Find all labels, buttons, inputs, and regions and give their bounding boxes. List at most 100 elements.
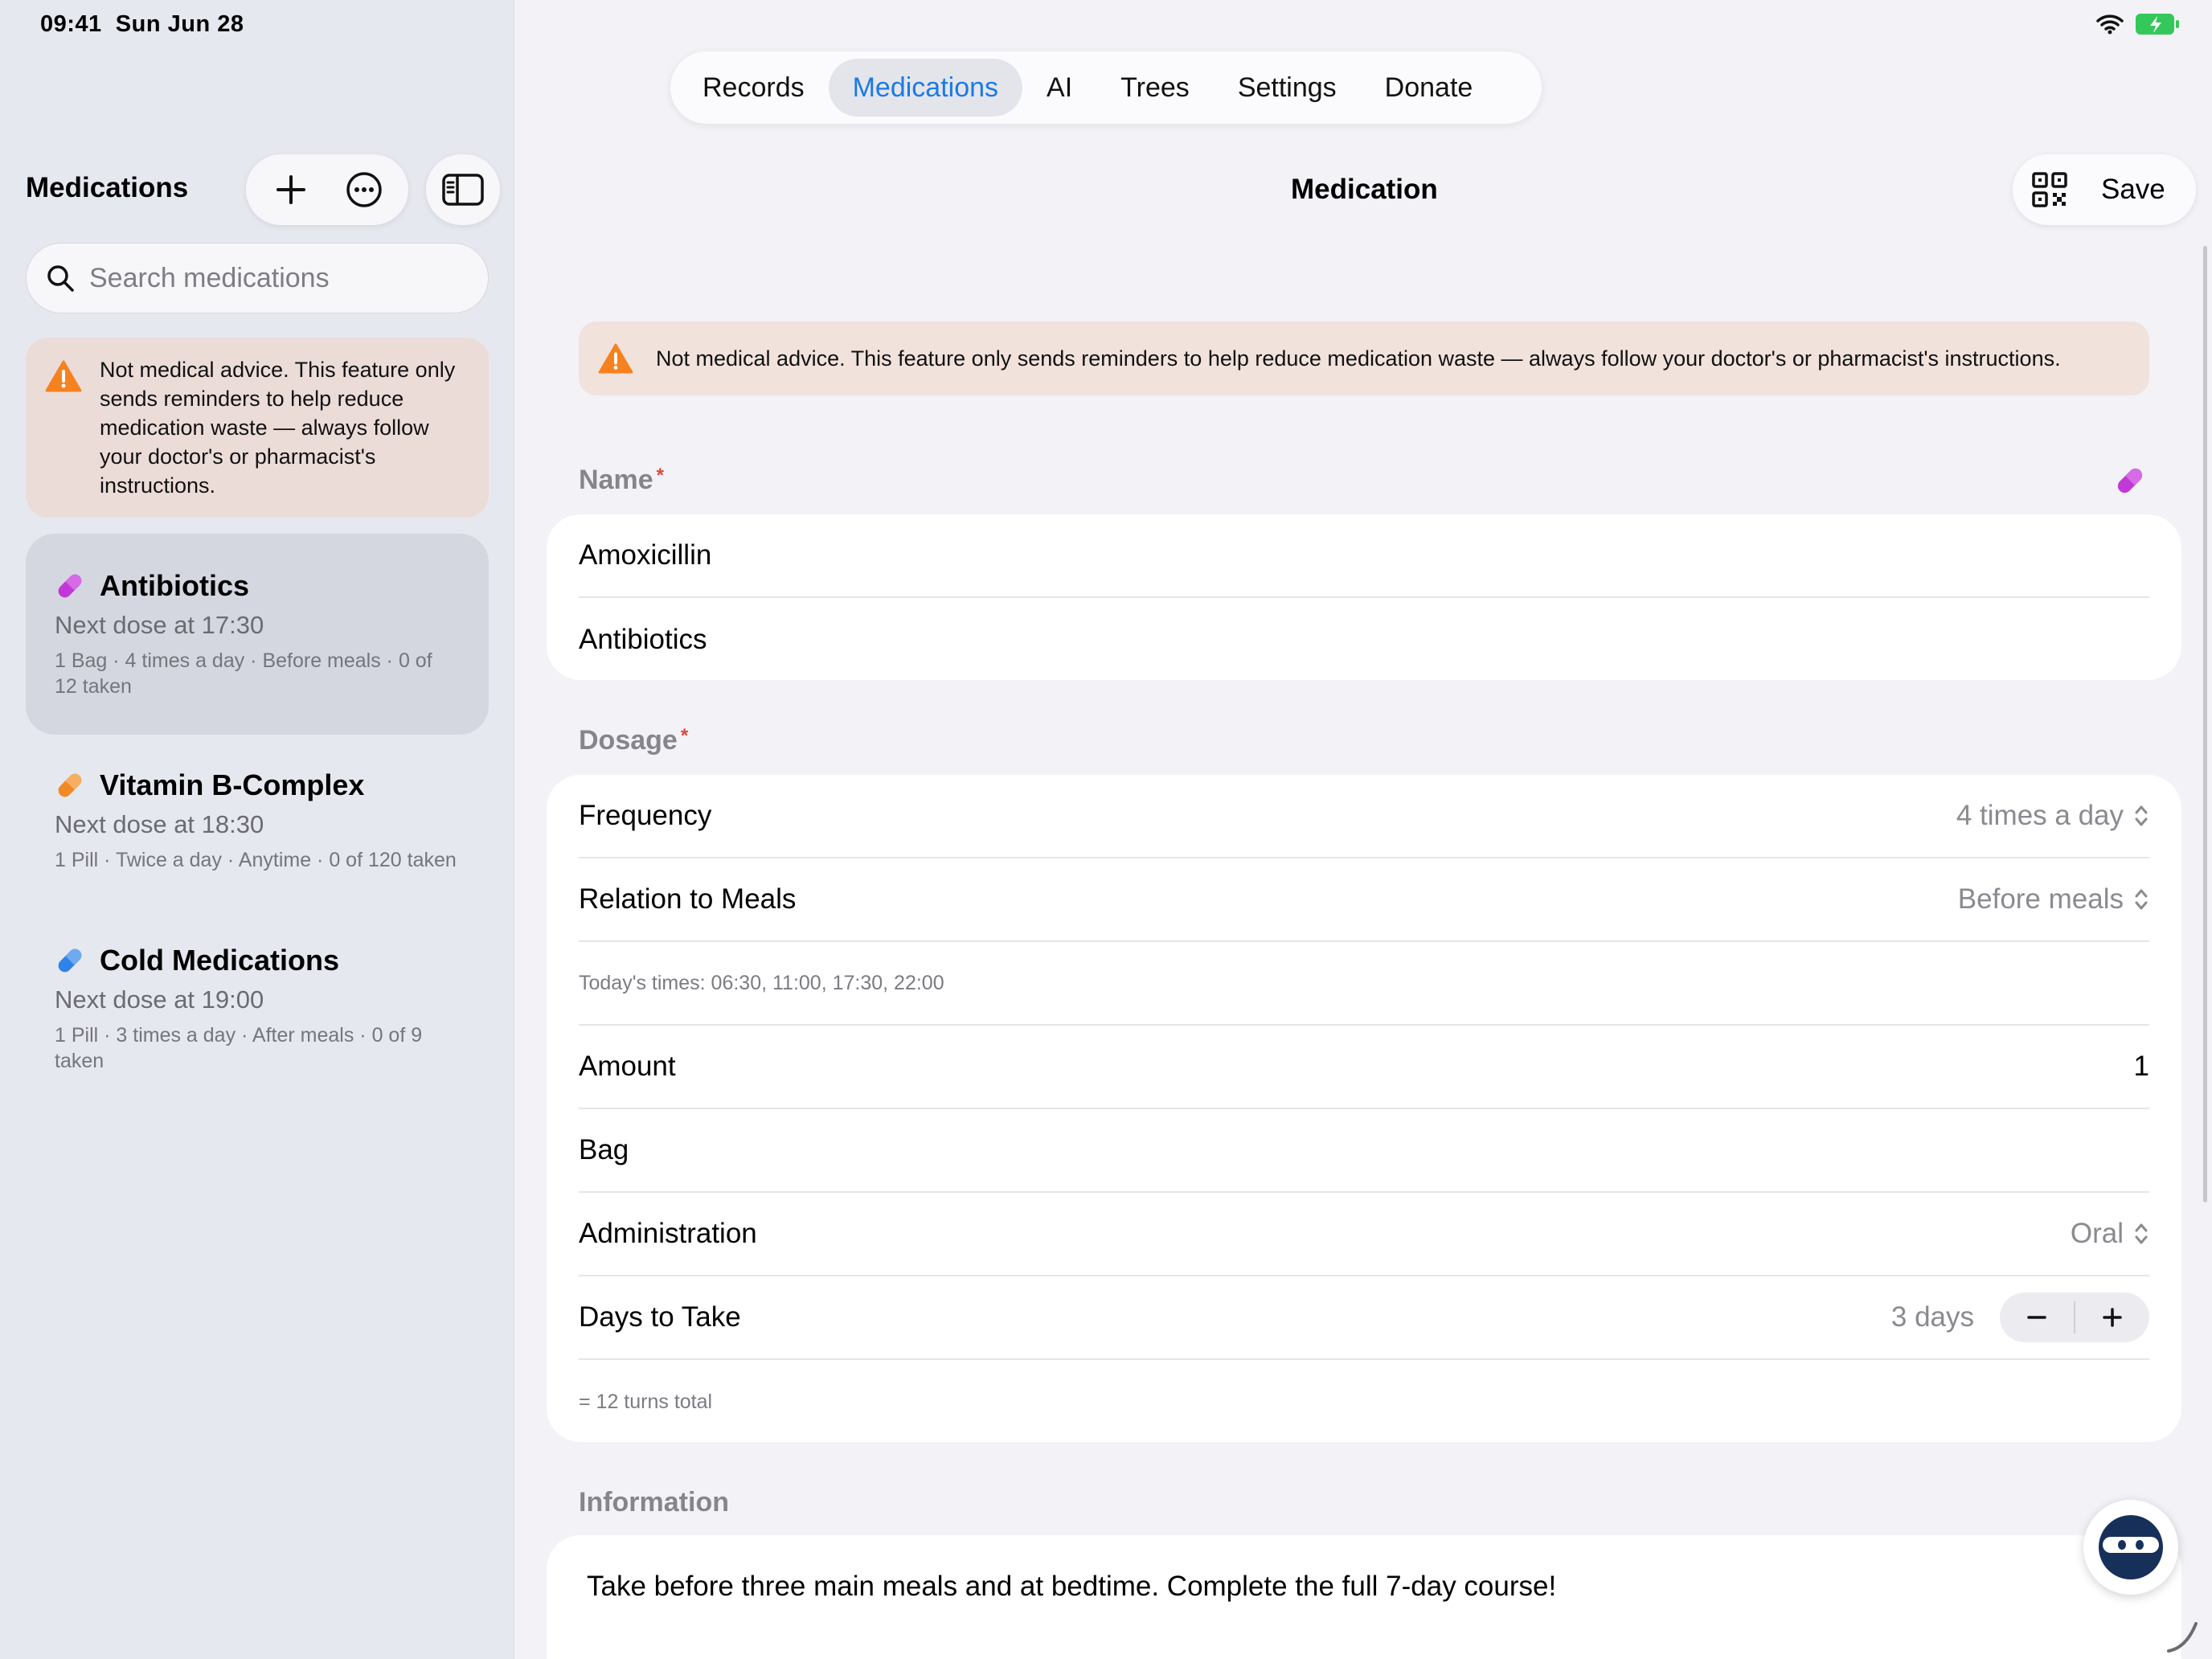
times-note-row: Today's times: 06:30, 11:00, 17:30, 22:0… bbox=[579, 942, 2149, 1026]
times-note: Today's times: 06:30, 11:00, 17:30, 22:0… bbox=[579, 971, 944, 994]
disclaimer-text: Not medical advice. This feature only se… bbox=[656, 346, 2061, 371]
status-time: 09:41 bbox=[40, 11, 102, 37]
qr-code-icon[interactable] bbox=[2032, 172, 2067, 207]
list-item-vitamin-b-complex[interactable]: Vitamin B-Complex Next dose at 18:30 1 P… bbox=[26, 768, 489, 873]
tab-donate[interactable]: Donate bbox=[1361, 59, 1497, 117]
top-tab-bar: Records Medications AI Trees Settings Do… bbox=[670, 51, 1542, 124]
days-label: Days to Take bbox=[579, 1301, 741, 1333]
resize-handle-icon[interactable] bbox=[2162, 1616, 2202, 1656]
amount-label: Amount bbox=[579, 1051, 676, 1082]
plus-icon bbox=[276, 175, 305, 204]
more-button[interactable] bbox=[336, 162, 392, 218]
amount-value[interactable]: 1 bbox=[2134, 1051, 2149, 1083]
wifi-icon bbox=[2096, 14, 2124, 35]
name-label-text: Name bbox=[579, 465, 653, 495]
search-icon bbox=[47, 265, 74, 292]
information-group: Take before three main meals and at bedt… bbox=[547, 1535, 2181, 1659]
increment-button[interactable] bbox=[2075, 1292, 2149, 1342]
pill-icon bbox=[58, 948, 82, 973]
tab-records[interactable]: Records bbox=[678, 59, 829, 117]
name-group: Amoxicillin Antibiotics bbox=[547, 514, 2181, 680]
sidebar-actions bbox=[246, 154, 408, 225]
tab-medications[interactable]: Medications bbox=[828, 59, 1023, 117]
category-value: Antibiotics bbox=[579, 624, 707, 655]
battery-charging-icon bbox=[2136, 14, 2179, 35]
dosage-section-label: Dosage * bbox=[579, 725, 688, 756]
header-actions: Save bbox=[2013, 154, 2196, 225]
information-text[interactable]: Take before three main meals and at bedt… bbox=[587, 1571, 1556, 1603]
ellipsis-circle-icon bbox=[346, 172, 382, 207]
days-value: 3 days bbox=[1890, 1301, 1974, 1333]
status-icons bbox=[2096, 13, 2180, 35]
days-control: 3 days bbox=[1891, 1292, 2149, 1342]
meals-picker[interactable]: Before meals bbox=[1958, 883, 2149, 916]
sidebar-title: Medications bbox=[26, 172, 189, 203]
decrement-button[interactable] bbox=[2000, 1292, 2074, 1342]
administration-value: Oral bbox=[2070, 1218, 2124, 1249]
scrollbar[interactable] bbox=[2203, 246, 2207, 1202]
sidebar-warning-text: Not medical advice. This feature only se… bbox=[100, 358, 456, 498]
tab-settings[interactable]: Settings bbox=[1214, 59, 1361, 117]
med-meta: 1 Pill · Twice a day · Anytime · 0 of 12… bbox=[55, 849, 457, 871]
list-item-title: Antibiotics bbox=[55, 569, 489, 603]
frequency-label: Frequency bbox=[579, 800, 712, 831]
status-date: Sun Jun 28 bbox=[115, 11, 244, 37]
pill-icon bbox=[58, 773, 82, 797]
search-bar[interactable] bbox=[26, 243, 489, 313]
chevron-up-down-icon bbox=[2135, 1223, 2148, 1244]
amount-row[interactable]: Amount 1 bbox=[579, 1026, 2149, 1109]
sidebar-icon bbox=[442, 174, 484, 206]
chevron-up-down-icon bbox=[2135, 805, 2148, 826]
tab-ai[interactable]: AI bbox=[1022, 59, 1096, 117]
med-name: Cold Medications bbox=[100, 944, 340, 977]
chevron-up-down-icon bbox=[2135, 889, 2148, 910]
administration-picker[interactable]: Oral bbox=[2071, 1218, 2149, 1250]
plus-icon bbox=[2103, 1308, 2122, 1327]
days-row: Days to Take 3 days bbox=[579, 1276, 2149, 1360]
list-item-antibiotics[interactable]: Antibiotics Next dose at 17:30 1 Bag · 4… bbox=[26, 534, 489, 735]
frequency-value: 4 times a day bbox=[1956, 800, 2124, 831]
total-note: = 12 turns total bbox=[579, 1390, 713, 1413]
administration-row[interactable]: Administration Oral bbox=[579, 1193, 2149, 1276]
information-label-text: Information bbox=[579, 1487, 729, 1518]
assistant-button[interactable] bbox=[2083, 1500, 2178, 1595]
meals-row[interactable]: Relation to Meals Before meals bbox=[579, 858, 2149, 942]
tab-trees[interactable]: Trees bbox=[1096, 59, 1214, 117]
frequency-picker[interactable]: 4 times a day bbox=[1956, 800, 2149, 832]
meals-value: Before meals bbox=[1957, 883, 2124, 915]
meals-label: Relation to Meals bbox=[579, 883, 797, 915]
med-name: Vitamin B-Complex bbox=[100, 768, 365, 801]
status-clock: 09:41 Sun Jun 28 bbox=[40, 11, 244, 38]
category-field[interactable]: Antibiotics bbox=[579, 598, 2149, 682]
med-name: Antibiotics bbox=[100, 569, 249, 602]
ninja-avatar-icon bbox=[2099, 1515, 2163, 1579]
administration-label: Administration bbox=[579, 1218, 757, 1249]
name-value: Amoxicillin bbox=[579, 539, 712, 571]
add-button[interactable] bbox=[263, 162, 319, 218]
unit-row[interactable]: Bag bbox=[579, 1109, 2149, 1193]
dosage-group: Frequency 4 times a day Relation to Meal… bbox=[547, 775, 2181, 1442]
save-button[interactable]: Save bbox=[2101, 174, 2165, 206]
days-stepper bbox=[2000, 1292, 2149, 1342]
frequency-row[interactable]: Frequency 4 times a day bbox=[579, 775, 2149, 858]
next-dose: Next dose at 19:00 bbox=[55, 985, 264, 1014]
pill-icon bbox=[58, 574, 82, 598]
list-item-cold-medications[interactable]: Cold Medications Next dose at 19:00 1 Pi… bbox=[26, 944, 489, 1080]
name-field[interactable]: Amoxicillin bbox=[579, 514, 2149, 598]
warning-icon bbox=[598, 343, 633, 374]
list-item-title: Cold Medications bbox=[55, 944, 489, 977]
warning-icon bbox=[45, 360, 82, 392]
total-note-row: = 12 turns total bbox=[579, 1360, 2149, 1444]
toggle-sidebar-button[interactable] bbox=[426, 154, 500, 225]
search-input[interactable] bbox=[89, 262, 459, 294]
minus-icon bbox=[2027, 1316, 2046, 1319]
page-title: Medication bbox=[1291, 174, 1438, 205]
list-item-title: Vitamin B-Complex bbox=[55, 768, 489, 802]
information-section-label: Information bbox=[579, 1487, 729, 1518]
next-dose: Next dose at 18:30 bbox=[55, 810, 264, 838]
pill-color-icon[interactable] bbox=[2114, 465, 2146, 497]
med-meta: 1 Pill · 3 times a day · After meals · 0… bbox=[55, 1024, 423, 1072]
sidebar-warning: Not medical advice. This feature only se… bbox=[26, 338, 489, 518]
unit-value: Bag bbox=[579, 1134, 629, 1165]
required-mark: * bbox=[656, 465, 664, 486]
